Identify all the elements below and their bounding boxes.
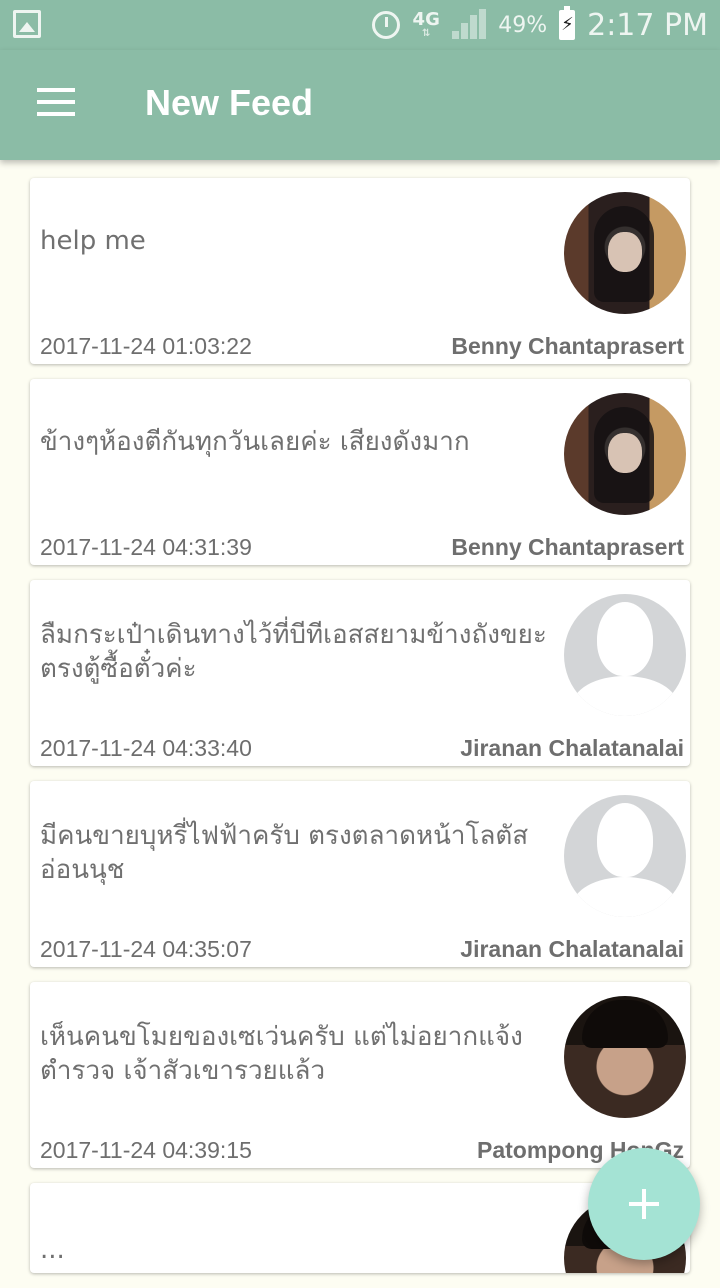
data-arrows-icon: ⇅ [422, 28, 431, 39]
avatar [564, 192, 686, 314]
status-bar: 4G ⇅ 49% ⚡ 2:17 PM [0, 0, 720, 50]
feed-card[interactable]: help me 2017-11-24 01:03:22 Benny Chanta… [30, 178, 690, 364]
feed-message: เห็นคนขโมยของเซเว่นครับ แต่ไม่อยากแจ้งตำ… [40, 1022, 523, 1086]
hamburger-menu-icon[interactable] [37, 88, 75, 118]
avatar [564, 996, 686, 1118]
feed-card[interactable]: ข้างๆห้องตีกันทุกวันเลยค่ะ เสียงดังมาก 2… [30, 379, 690, 565]
default-avatar-icon [564, 594, 686, 716]
feed-list: help me 2017-11-24 01:03:22 Benny Chanta… [30, 178, 690, 1288]
feed-card[interactable]: ลืมกระเป๋าเดินทางไว้ที่บีทีเอสสยามข้างถั… [30, 580, 690, 766]
battery-percent: 49% [498, 12, 548, 38]
feed-author: Jiranan Chalatanalai [460, 735, 684, 761]
network-type-label: 4G [412, 9, 440, 30]
feed-timestamp: 2017-11-24 04:33:40 [40, 735, 252, 761]
feed-card[interactable]: เห็นคนขโมยของเซเว่นครับ แต่ไม่อยากแจ้งตำ… [30, 982, 690, 1168]
feed-timestamp: 2017-11-24 04:39:15 [40, 1137, 252, 1163]
feed-message: help me [40, 226, 146, 256]
page-title: New Feed [145, 82, 314, 123]
feed-timestamp: 2017-11-24 01:03:22 [40, 333, 252, 359]
cell-signal-icon [452, 9, 487, 41]
alarm-clock-icon [372, 11, 401, 39]
feed-message: มีคนขายบุหรี่ไฟฟ้าครับ ตรงตลาดหน้าโลตัส … [40, 821, 529, 885]
image-icon [13, 10, 41, 38]
network-type-indicator: 4G ⇅ [412, 11, 440, 39]
feed-card[interactable]: มีคนขายบุหรี่ไฟฟ้าครับ ตรงตลาดหน้าโลตัส … [30, 781, 690, 967]
status-time: 2:17 PM [587, 7, 708, 43]
feed-timestamp: 2017-11-24 04:35:07 [40, 936, 252, 962]
feed-message: ข้างๆห้องตีกันทุกวันเลยค่ะ เสียงดังมาก [40, 427, 470, 457]
feed-author: Benny Chantaprasert [451, 333, 684, 359]
app-bar: New Feed [0, 50, 720, 160]
feed-message: ลืมกระเป๋าเดินทางไว้ที่บีทีเอสสยามข้างถั… [40, 620, 547, 684]
status-icons: 4G ⇅ 49% ⚡ 2:17 PM [372, 0, 708, 50]
avatar [564, 393, 686, 515]
add-post-button[interactable] [588, 1148, 700, 1260]
feed-author: Jiranan Chalatanalai [460, 936, 684, 962]
feed-timestamp: 2017-11-24 04:31:39 [40, 534, 252, 560]
feed-author: Benny Chantaprasert [451, 534, 684, 560]
default-avatar-icon [564, 795, 686, 917]
battery-charging-icon: ⚡ [559, 6, 576, 40]
feed-message: ... [40, 1235, 65, 1265]
